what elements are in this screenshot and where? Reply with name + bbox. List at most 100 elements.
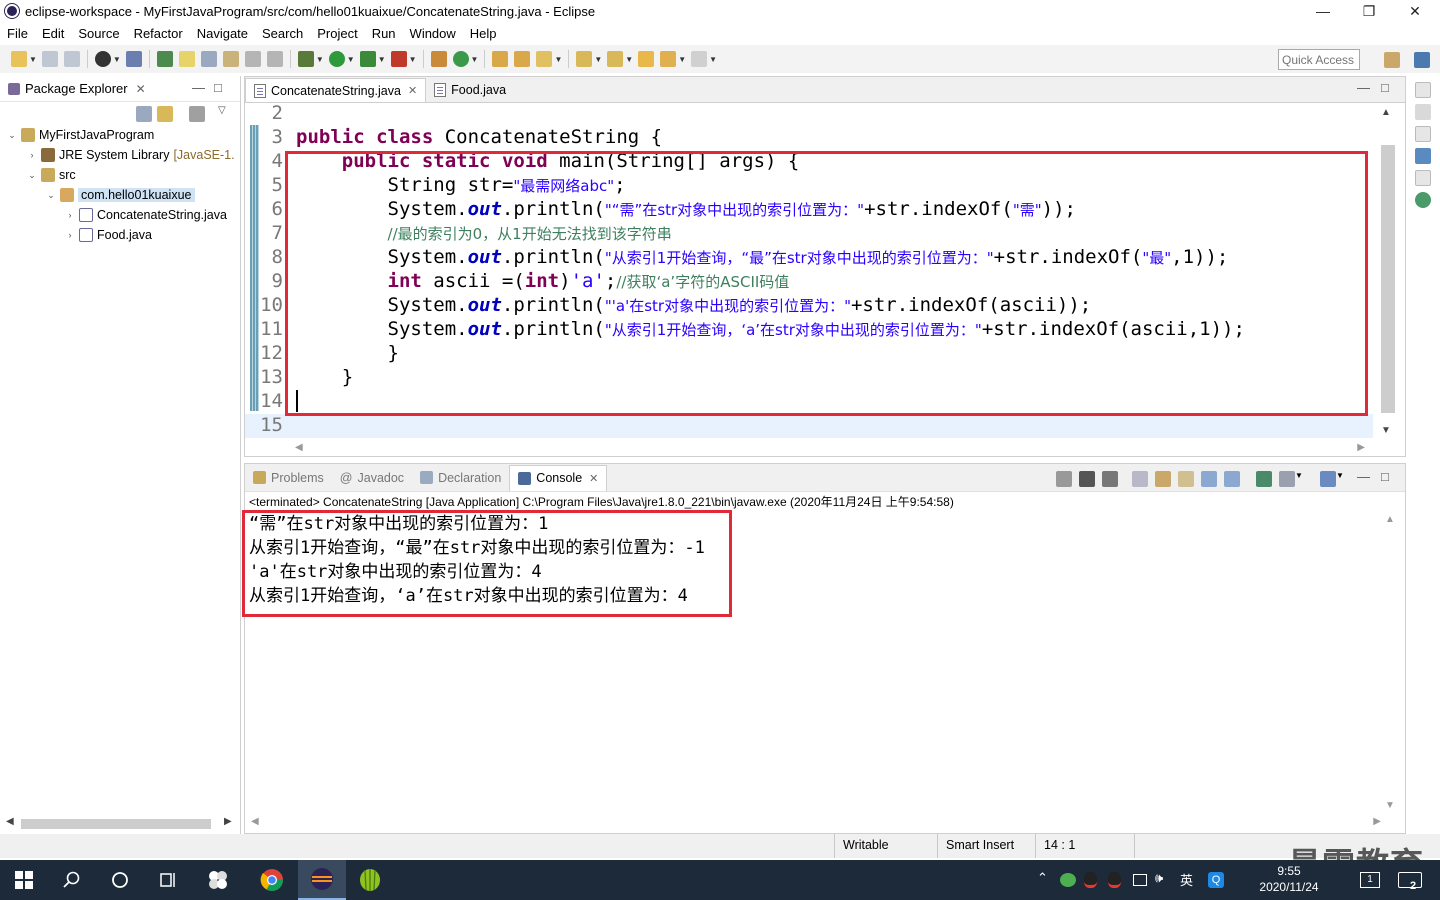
minimize-view-button[interactable]: — — [1357, 469, 1370, 484]
maximize-view-button[interactable]: □ — [1381, 80, 1389, 95]
tree-item-food[interactable]: › Food.java — [64, 225, 152, 245]
menu-search[interactable]: Search — [255, 26, 310, 41]
help-icon[interactable] — [1415, 192, 1431, 208]
horizontal-scrollbar[interactable]: ◀ ▶ — [295, 440, 1375, 456]
scroll-down-icon[interactable]: ▼ — [1381, 425, 1391, 436]
scroll-lock-icon[interactable] — [1155, 471, 1171, 487]
display-console-icon[interactable] — [1279, 471, 1295, 487]
task-list-icon[interactable] — [1415, 104, 1431, 120]
scroll-left-icon[interactable]: ◀ — [6, 816, 14, 827]
focus-icon[interactable] — [189, 106, 205, 122]
volume-icon[interactable]: 🕪 — [1155, 870, 1163, 886]
next-annotation-icon[interactable] — [576, 51, 593, 67]
vertical-scrollbar[interactable]: ▲ ▼ — [1375, 103, 1405, 440]
taskbar-app-eclipse[interactable] — [298, 860, 346, 900]
chevron-down-icon[interactable]: ▼ — [625, 55, 633, 64]
taskbar-app-melon[interactable] — [346, 860, 394, 900]
show-whitespace-icon[interactable] — [244, 51, 261, 67]
minimize-button[interactable]: — — [1300, 0, 1346, 22]
tab-declaration[interactable]: Declaration — [412, 471, 509, 485]
minimize-view-button[interactable]: — — [1357, 80, 1370, 95]
annotation-icon[interactable] — [222, 51, 239, 67]
tab-javadoc[interactable]: @ Javadoc — [332, 471, 412, 485]
task-icon[interactable] — [200, 51, 217, 67]
menu-window[interactable]: Window — [403, 26, 463, 41]
chevron-down-icon[interactable]: ▼ — [554, 55, 562, 64]
open-type-icon[interactable] — [156, 51, 173, 67]
chevron-down-icon[interactable]: ▼ — [1336, 471, 1344, 480]
close-icon[interactable]: ✕ — [589, 472, 598, 485]
chevron-down-icon[interactable]: ▼ — [113, 55, 121, 64]
chevron-down-icon[interactable]: ▼ — [471, 55, 479, 64]
coverage-icon[interactable] — [359, 51, 376, 67]
skip-breakpoints-icon[interactable] — [125, 51, 142, 67]
last-edit-icon[interactable] — [638, 51, 655, 67]
view-menu-icon[interactable]: ▽ — [218, 105, 226, 116]
tree-item-jre[interactable]: › JRE System Library [JavaSE-1. — [26, 145, 235, 165]
forward-arrow-icon[interactable] — [691, 51, 708, 67]
tree-item-src[interactable]: ⌄ src — [26, 165, 76, 185]
collapsed-arrow-icon[interactable]: › — [64, 230, 76, 240]
collapse-all-icon[interactable] — [136, 106, 152, 122]
remove-all-terminated-icon[interactable] — [1102, 471, 1118, 487]
java-perspective-icon[interactable] — [1414, 52, 1430, 68]
vertical-scrollbar[interactable]: ▲ ▼ — [1385, 514, 1399, 814]
open-folder-icon[interactable] — [514, 51, 531, 67]
maximize-view-button[interactable]: □ — [214, 80, 222, 95]
mark-occurrences-icon[interactable] — [178, 51, 195, 67]
show-on-output-icon[interactable] — [1201, 471, 1217, 487]
qq-pinyin-icon[interactable]: Q — [1208, 872, 1224, 888]
scroll-right-icon[interactable]: ▶ — [1357, 442, 1365, 453]
menu-project[interactable]: Project — [310, 26, 364, 41]
close-button[interactable]: ✕ — [1392, 0, 1438, 22]
code-area[interactable]: 2 3 public class ConcatenateString { 4 pu… — [245, 103, 1373, 440]
word-wrap-icon[interactable] — [1178, 471, 1194, 487]
tab-console[interactable]: Console ✕ — [509, 464, 608, 491]
task-view-button[interactable] — [144, 860, 192, 900]
horizontal-scrollbar[interactable]: ◀ ▶ — [6, 816, 236, 832]
tab-food[interactable]: Food.java — [426, 78, 514, 102]
tree-item-package[interactable]: ⌄ com.hello01kuaixue — [45, 185, 195, 205]
run-icon[interactable] — [328, 51, 345, 67]
terminate-icon[interactable] — [1056, 471, 1072, 487]
menu-edit[interactable]: Edit — [35, 26, 71, 41]
maximize-view-button[interactable]: □ — [1381, 469, 1389, 484]
tree-item-project[interactable]: ⌄ MyFirstJavaProgram — [6, 125, 154, 145]
chevron-down-icon[interactable]: ▼ — [678, 55, 686, 64]
maximize-button[interactable]: ❐ — [1346, 0, 1392, 22]
menu-refactor[interactable]: Refactor — [127, 26, 190, 41]
link-with-editor-icon[interactable] — [157, 106, 173, 122]
taskbar-app-chrome[interactable] — [248, 860, 296, 900]
scroll-left-icon[interactable]: ◀ — [251, 816, 259, 827]
minimize-view-button[interactable]: — — [192, 80, 205, 95]
restore-icon[interactable] — [1415, 82, 1431, 98]
wechat-icon[interactable] — [1060, 873, 1076, 887]
restore-icon[interactable] — [1415, 170, 1431, 186]
remove-launch-icon[interactable] — [1079, 471, 1095, 487]
desktop-switch-icon[interactable]: 1 — [1360, 872, 1380, 888]
show-on-error-icon[interactable] — [1224, 471, 1240, 487]
package-explorer-tab[interactable]: Package Explorer ✕ — □ — [0, 76, 240, 102]
tree-item-concatenatestring[interactable]: › ConcatenateString.java — [64, 205, 227, 225]
back-arrow-icon[interactable] — [660, 51, 677, 67]
start-button[interactable] — [0, 860, 48, 900]
external-tools-icon[interactable] — [390, 51, 407, 67]
pin-console-icon[interactable] — [1256, 471, 1272, 487]
open-console-icon[interactable] — [1320, 471, 1336, 487]
save-icon[interactable] — [41, 51, 58, 67]
new-java-package-icon[interactable] — [430, 51, 447, 67]
scroll-left-icon[interactable]: ◀ — [295, 442, 303, 453]
open-perspective-icon[interactable] — [1384, 52, 1400, 68]
collapsed-arrow-icon[interactable]: › — [64, 210, 76, 220]
new-icon[interactable] — [11, 51, 27, 67]
qq-icon[interactable] — [1084, 872, 1097, 888]
qq-icon[interactable] — [1108, 872, 1121, 888]
chevron-down-icon[interactable]: ▼ — [347, 55, 355, 64]
chevron-down-icon[interactable]: ▼ — [378, 55, 386, 64]
menu-help[interactable]: Help — [463, 26, 504, 41]
debug-icon[interactable] — [297, 51, 314, 67]
chevron-down-icon[interactable]: ▼ — [29, 55, 37, 64]
open-perspective-icon[interactable] — [94, 51, 111, 67]
new-java-class-icon[interactable] — [452, 51, 469, 67]
input-method-indicator[interactable]: 英 — [1180, 870, 1193, 889]
